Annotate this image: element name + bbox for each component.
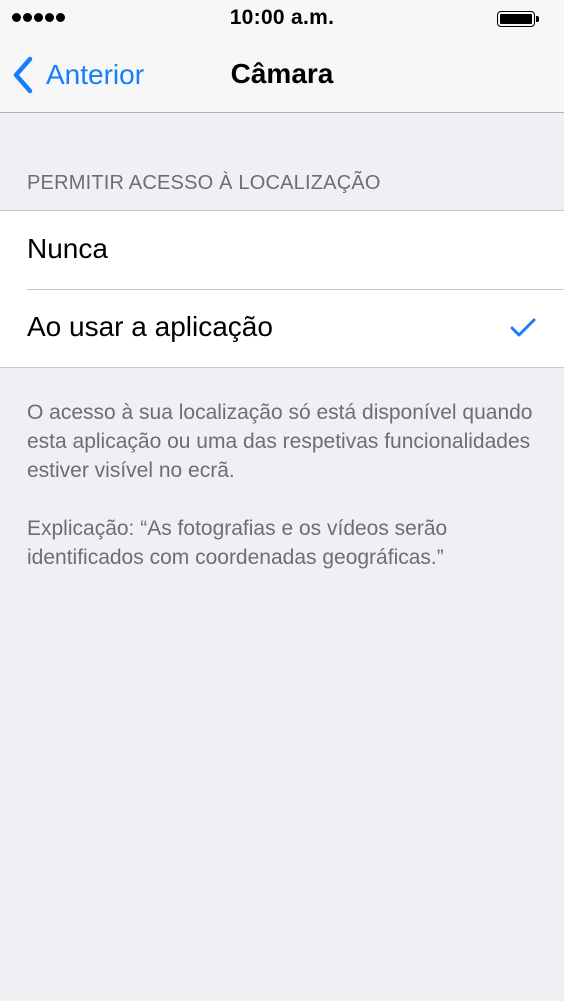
section-footer: O acesso à sua localização só está dispo… — [27, 398, 547, 601]
navigation-bar: Anterior Câmara — [0, 40, 564, 113]
option-while-using-label: Ao usar a aplicação — [27, 311, 273, 342]
status-bar: 10:00 a.m. — [0, 0, 564, 40]
option-while-using[interactable]: Ao usar a aplicação — [0, 289, 564, 367]
checkmark-icon — [510, 318, 536, 337]
option-never-label: Nunca — [27, 233, 108, 264]
battery-icon — [497, 11, 535, 27]
status-time: 10:00 a.m. — [229, 6, 335, 29]
option-never[interactable]: Nunca — [0, 211, 564, 289]
location-options-list: Nunca Ao usar a aplicação — [0, 210, 564, 368]
battery-tip — [536, 16, 539, 22]
section-header: PERMITIR ACESSO À LOCALIZAÇÃO — [27, 172, 381, 194]
page-title: Câmara — [230, 58, 334, 89]
footer-description: O acesso à sua localização só está dispo… — [27, 401, 533, 482]
footer-explanation: Explicação: “As fotografias e os vídeos … — [27, 517, 448, 569]
